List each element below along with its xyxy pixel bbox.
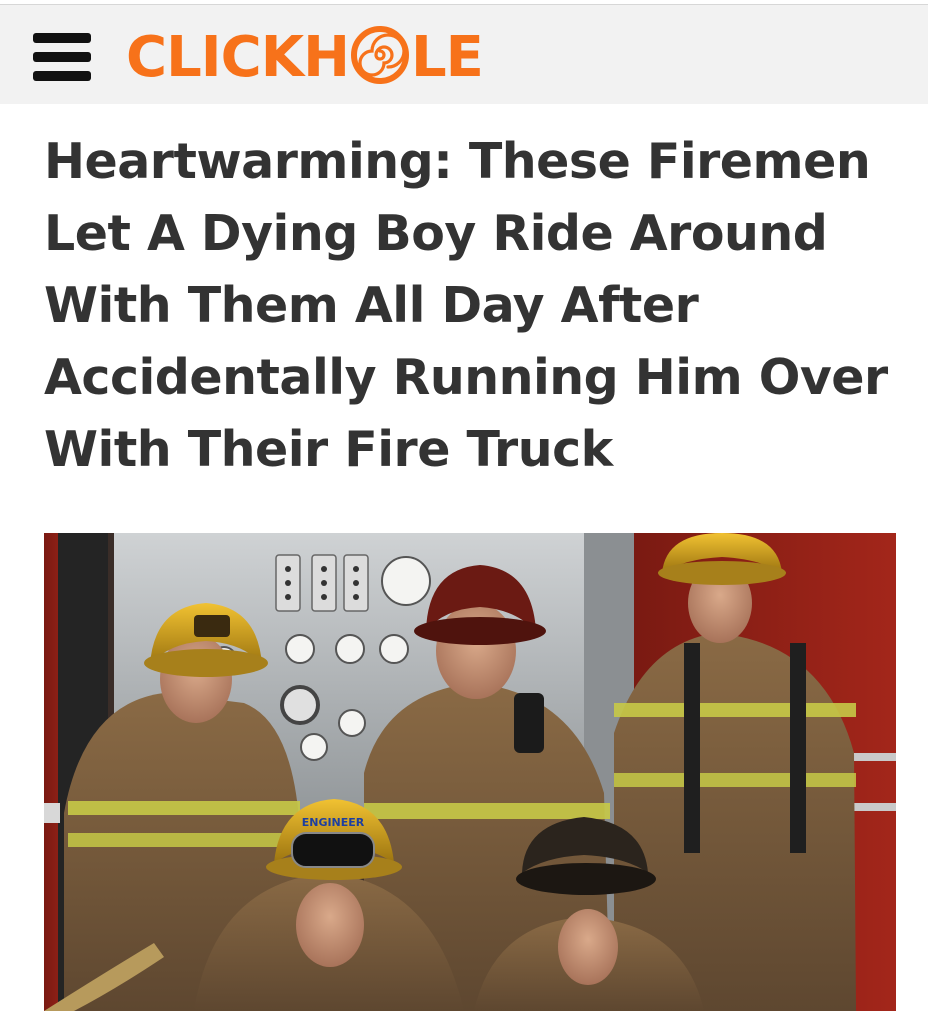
firefighters-photo: ENGINEER [44,533,896,1011]
article-hero-image[interactable]: ENGINEER [44,533,896,1011]
menu-bar [33,33,91,43]
site-header: CLICKH LE [0,5,928,104]
menu-bar [33,52,91,62]
helmet-label: ENGINEER [302,816,365,829]
logo-text-end: LE [410,25,484,90]
logo-text-start: CLICKH [126,25,350,90]
article-headline[interactable]: Heartwarming: These Firemen Let A Dying … [44,126,894,486]
menu-bar [33,71,91,81]
clickhole-logo[interactable]: CLICKH LE [126,25,484,91]
hamburger-menu-icon[interactable] [33,33,91,81]
spiral-hole-icon [350,26,409,84]
